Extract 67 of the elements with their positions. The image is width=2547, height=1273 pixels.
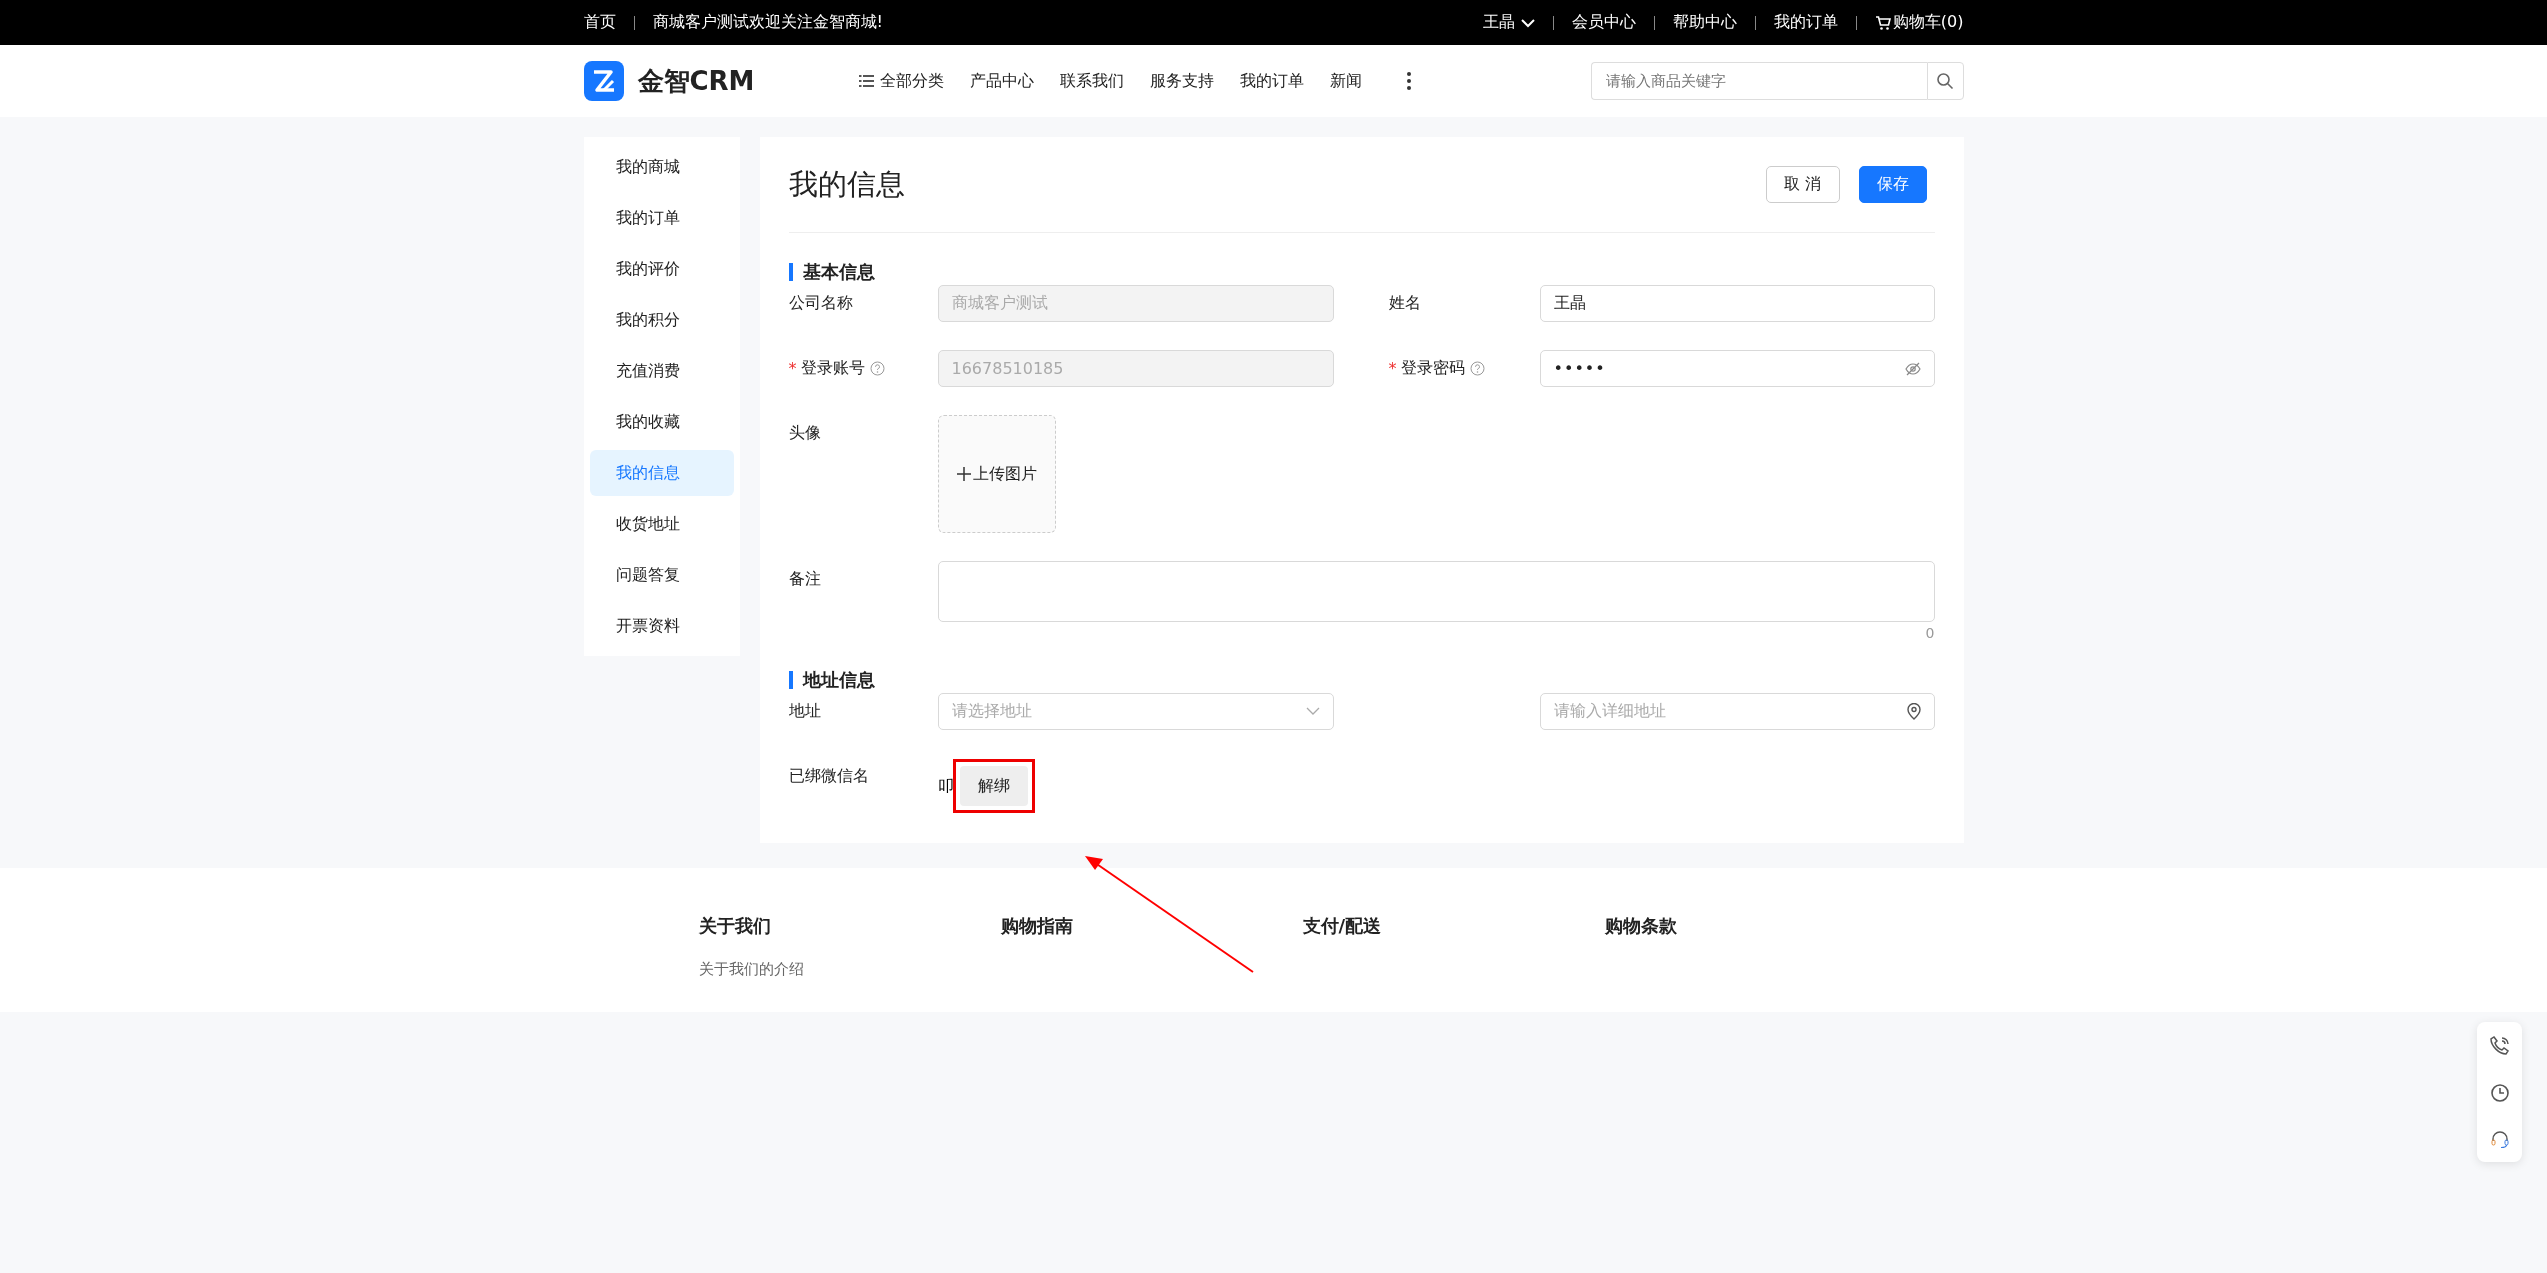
sidebar-item[interactable]: 我的积分 [589, 297, 734, 343]
cart-link[interactable]: 购物车(0) [1874, 12, 1964, 33]
search-button[interactable] [1926, 62, 1964, 100]
sidebar-item[interactable]: 我的信息 [589, 450, 734, 496]
page-title: 我的信息 [788, 165, 905, 203]
cancel-button[interactable]: 取 消 [1766, 166, 1840, 203]
sidebar-item[interactable]: 收货地址 [589, 501, 734, 547]
chevron-down-icon [1520, 17, 1535, 28]
location-pin-icon [1906, 703, 1921, 720]
field-label: 备注 [788, 568, 821, 590]
field-label: 登录账号 [800, 357, 865, 379]
field-label: 已绑微信名 [788, 765, 869, 787]
notes-field[interactable] [937, 561, 1935, 622]
help-icon[interactable] [1469, 360, 1485, 376]
sidebar-item[interactable]: 我的评价 [589, 246, 734, 292]
clock-icon[interactable] [2489, 1083, 2510, 1103]
eye-slash-icon[interactable] [1904, 361, 1921, 376]
unbind-button[interactable]: 解绑 [959, 766, 1028, 806]
section-title: 地址信息 [788, 671, 1935, 689]
phone-icon[interactable] [2488, 1035, 2511, 1057]
nav-link[interactable]: 产品中心 [969, 70, 1034, 92]
nav-link[interactable]: 新闻 [1329, 70, 1362, 92]
nav-link[interactable]: 我的订单 [1239, 70, 1304, 92]
user-menu[interactable]: 王晶 [1482, 12, 1535, 33]
text-field[interactable]: 王晶 [1539, 285, 1935, 322]
search-icon [1936, 72, 1954, 90]
top-link[interactable]: 我的订单 [1773, 12, 1838, 33]
headset-icon[interactable] [2489, 1129, 2510, 1149]
sidebar-item[interactable]: 问题答复 [589, 552, 734, 598]
list-icon [858, 75, 874, 87]
field-label: 公司名称 [788, 292, 853, 314]
password-field[interactable]: ••••• [1539, 350, 1935, 387]
footer-heading: 购物条款 [1604, 914, 1677, 938]
footer-heading: 支付/配送 [1302, 914, 1382, 938]
required-mark: * [1388, 358, 1397, 378]
cart-icon [1874, 14, 1891, 31]
sidebar-item[interactable]: 充值消费 [589, 348, 734, 394]
nav-link[interactable]: 联系我们 [1059, 70, 1124, 92]
required-mark: * [788, 358, 797, 378]
logo-icon [583, 61, 624, 101]
footer-heading: 购物指南 [1000, 914, 1073, 938]
sidebar-item[interactable]: 我的商城 [589, 144, 734, 190]
top-link[interactable]: 会员中心 [1571, 12, 1636, 33]
more-icon[interactable] [1405, 71, 1412, 91]
field-label: 头像 [788, 422, 821, 444]
logo-text: 金智CRM [637, 64, 755, 98]
field-label: 地址 [788, 700, 821, 722]
save-button[interactable]: 保存 [1858, 166, 1927, 203]
sidebar-item[interactable]: 开票资料 [589, 603, 734, 649]
field-label: 登录密码 [1400, 357, 1465, 379]
top-link[interactable]: 商城客户测试欢迎关注金智商城! [652, 12, 883, 33]
character-count: 0 [1925, 625, 1935, 641]
footer-heading: 关于我们 [698, 914, 771, 938]
upload-button[interactable]: 上传图片 [937, 415, 1056, 533]
nav-link[interactable]: 服务支持 [1149, 70, 1214, 92]
nav-link[interactable]: 全部分类 [858, 70, 944, 92]
wechat-name: 叩 [937, 775, 954, 797]
sidebar-item[interactable]: 我的收藏 [589, 399, 734, 445]
plus-icon [956, 467, 971, 481]
sidebar-item[interactable]: 我的订单 [589, 195, 734, 241]
top-link[interactable]: 帮助中心 [1672, 12, 1737, 33]
chevron-down-icon [1305, 707, 1320, 716]
search-field[interactable]: 请输入商品关键字 [1590, 62, 1927, 100]
top-link[interactable]: 首页 [583, 12, 616, 33]
section-title: 基本信息 [788, 263, 1935, 281]
field-label: 姓名 [1388, 292, 1421, 314]
footer-link[interactable]: 关于我们的介绍 [698, 960, 804, 979]
